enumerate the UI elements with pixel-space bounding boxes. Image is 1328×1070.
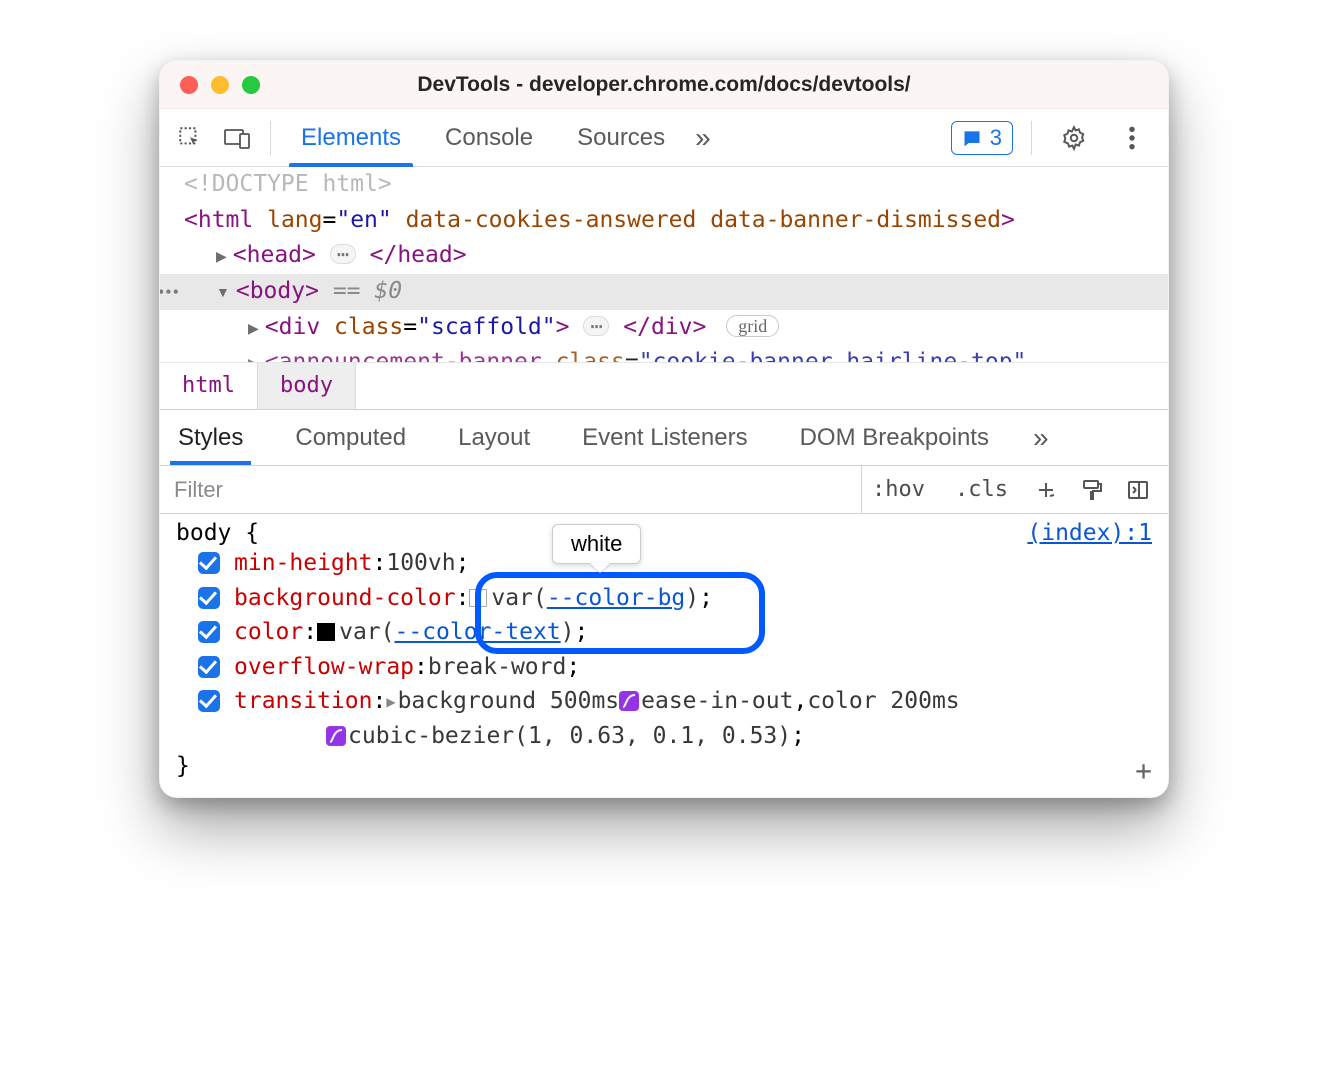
prop-toggle-checkbox[interactable]	[198, 552, 220, 574]
dom-breadcrumbs: html body	[160, 362, 1168, 410]
rule-close-brace: }	[176, 753, 1152, 779]
styles-panel[interactable]: (index):1 body { min-height: 100vh; back…	[160, 514, 1168, 797]
css-var-link[interactable]: --color-text	[395, 615, 561, 650]
expand-div-icon[interactable]	[248, 314, 265, 340]
toggle-sidebar-icon[interactable]	[1120, 472, 1156, 508]
expand-head-icon[interactable]	[216, 242, 233, 268]
toolbar-divider-2	[1031, 121, 1032, 155]
css-var-link[interactable]: --color-bg	[547, 581, 685, 616]
rule-selector-line[interactable]: body {	[176, 520, 1152, 546]
ellipsis-icon[interactable]: ⋯	[583, 316, 609, 336]
dom-div-scaffold[interactable]: <div class="scaffold"> ⋯ </div> grid	[160, 310, 1168, 346]
maximize-window-button[interactable]	[242, 76, 260, 94]
crumb-html[interactable]: html	[160, 363, 257, 409]
prop-transition-wrap[interactable]: cubic-bezier(1, 0.63, 0.1, 0.53);	[176, 719, 1152, 754]
prop-transition[interactable]: transition: background 500ms ease-in-out…	[176, 684, 1152, 719]
styles-filter-bar: :hov .cls	[160, 466, 1168, 514]
main-toolbar: Elements Console Sources » 3	[160, 109, 1168, 167]
dom-html-tag[interactable]: <html lang="en" data-cookies-answered da…	[160, 203, 1168, 239]
issues-icon	[962, 128, 982, 148]
ellipsis-icon[interactable]: ⋯	[330, 244, 356, 264]
prop-toggle-checkbox[interactable]	[198, 587, 220, 609]
tab-elements[interactable]: Elements	[279, 109, 423, 167]
prop-toggle-checkbox[interactable]	[198, 621, 220, 643]
styles-subtabs: Styles Computed Layout Event Listeners D…	[160, 410, 1168, 466]
toolbar-divider	[270, 121, 271, 155]
subtab-dom-breakpoints[interactable]: DOM Breakpoints	[792, 410, 997, 465]
color-swatch-white[interactable]	[469, 589, 487, 607]
hov-toggle[interactable]: :hov	[862, 473, 935, 506]
prop-color[interactable]: color: var(--color-text);	[176, 615, 1152, 650]
tab-sources[interactable]: Sources	[555, 109, 687, 167]
dom-doctype[interactable]: <!DOCTYPE html>	[160, 167, 1168, 203]
prop-overflow-wrap[interactable]: overflow-wrap: break-word;	[176, 650, 1152, 685]
prop-min-height[interactable]: min-height: 100vh;	[176, 546, 1152, 581]
prop-toggle-checkbox[interactable]	[198, 690, 220, 712]
traffic-lights	[180, 76, 260, 94]
color-tooltip: white	[552, 524, 641, 564]
prop-background-color[interactable]: background-color: var(--color-bg);	[176, 581, 1152, 616]
easing-editor-icon[interactable]	[619, 691, 639, 711]
minimize-window-button[interactable]	[211, 76, 229, 94]
issues-badge[interactable]: 3	[951, 121, 1013, 155]
subtab-computed[interactable]: Computed	[287, 410, 414, 465]
add-property-icon[interactable]: +	[1135, 754, 1152, 787]
add-rule-icon[interactable]	[1028, 472, 1064, 508]
dom-tree-panel[interactable]: <!DOCTYPE html> <html lang="en" data-coo…	[160, 167, 1168, 362]
inspect-element-icon[interactable]	[166, 115, 214, 161]
collapse-body-icon[interactable]	[216, 278, 236, 304]
subtab-layout[interactable]: Layout	[450, 410, 538, 465]
dom-announcement-banner[interactable]: <announcement-banner class="cookie-banne…	[160, 345, 1168, 362]
devtools-window: DevTools - developer.chrome.com/docs/dev…	[159, 60, 1169, 798]
subtab-styles[interactable]: Styles	[170, 410, 251, 465]
settings-icon[interactable]	[1050, 115, 1098, 161]
crumb-body[interactable]: body	[257, 363, 356, 409]
expand-transition-icon[interactable]	[386, 684, 397, 719]
kebab-menu-icon[interactable]	[1108, 115, 1156, 161]
dom-body-tag-selected[interactable]: ••• <body> == $0	[160, 274, 1168, 310]
row-handle-icon[interactable]: •••	[160, 279, 180, 307]
window-title: DevTools - developer.chrome.com/docs/dev…	[160, 73, 1168, 97]
subtabs-overflow[interactable]: »	[1033, 410, 1049, 465]
titlebar: DevTools - developer.chrome.com/docs/dev…	[160, 61, 1168, 109]
paint-format-icon[interactable]	[1074, 472, 1110, 508]
source-link[interactable]: (index):1	[1027, 520, 1152, 546]
device-toolbar-icon[interactable]	[214, 115, 262, 161]
close-window-button[interactable]	[180, 76, 198, 94]
easing-editor-icon[interactable]	[326, 726, 346, 746]
color-swatch-black[interactable]	[317, 623, 335, 641]
subtab-event-listeners[interactable]: Event Listeners	[574, 410, 755, 465]
tabs-overflow[interactable]: »	[687, 109, 719, 167]
grid-badge[interactable]: grid	[726, 315, 779, 337]
main-tabs: Elements Console Sources »	[279, 109, 719, 167]
dom-head-tag[interactable]: <head> ⋯ </head>	[160, 238, 1168, 274]
prop-toggle-checkbox[interactable]	[198, 656, 220, 678]
issues-count: 3	[990, 125, 1002, 151]
tab-console[interactable]: Console	[423, 109, 555, 167]
cls-toggle[interactable]: .cls	[945, 473, 1018, 506]
expand-banner-icon[interactable]	[248, 349, 265, 362]
styles-filter-input[interactable]	[160, 466, 861, 513]
